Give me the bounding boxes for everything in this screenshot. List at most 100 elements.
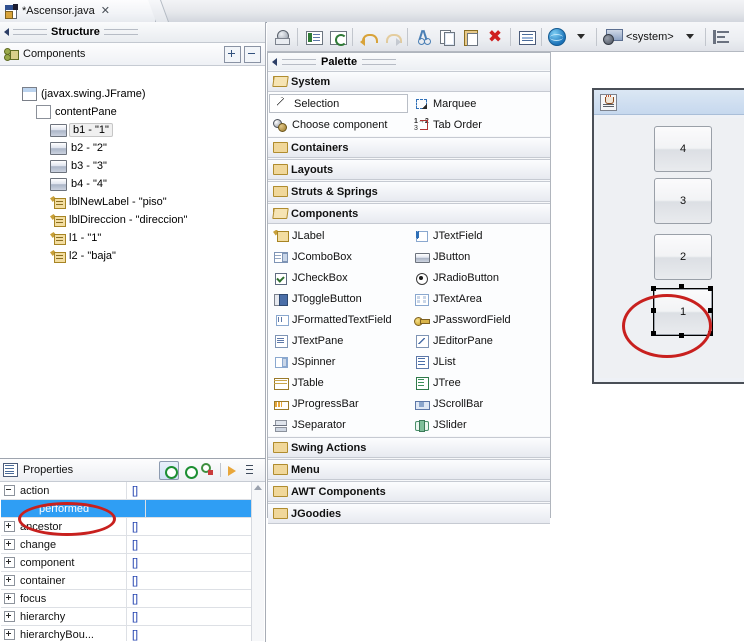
collapse-arrow-icon[interactable] (272, 57, 277, 66)
property-row[interactable]: container [] (1, 572, 264, 590)
align-left-icon[interactable] (709, 25, 733, 49)
palette-entry-jslider[interactable]: JSlider (409, 414, 550, 435)
property-value[interactable]: [] (127, 575, 264, 587)
palette-entry-jradiobutton[interactable]: JRadioButton (409, 267, 550, 288)
close-icon[interactable]: ✕ (101, 5, 110, 17)
palette-entry-jspinner[interactable]: JSpinner (268, 351, 409, 372)
property-row[interactable]: component [] (1, 554, 264, 572)
palette-entry-jpasswordfield[interactable]: JPasswordField (409, 309, 550, 330)
palette-category[interactable]: AWT Components (268, 481, 550, 502)
palette-category[interactable]: Layouts (268, 159, 550, 180)
chevron-down-icon[interactable] (678, 25, 702, 49)
palette-category[interactable]: Containers (268, 137, 550, 158)
design-button-label: 4 (679, 143, 687, 155)
refresh-dialog-icon[interactable] (325, 25, 349, 49)
palette-entry-marquee[interactable]: Marquee (409, 93, 550, 114)
annotation-ellipse (622, 294, 712, 358)
palette-entry-jseparator[interactable]: JSeparator (268, 414, 409, 435)
expand-icon[interactable] (4, 575, 15, 586)
tree-item[interactable]: contentPane (0, 103, 265, 121)
palette-entry-jscrollbar[interactable]: JScrollBar (409, 393, 550, 414)
copy-icon[interactable] (435, 25, 459, 49)
property-row[interactable]: focus [] (1, 590, 264, 608)
palette-entry-jcombobox[interactable]: JComboBox (268, 246, 409, 267)
goto-definition-icon[interactable] (180, 462, 198, 479)
expand-properties-icon[interactable] (225, 462, 243, 479)
tree-item[interactable]: b2 - "2" (0, 139, 265, 157)
palette-entry-jlabel[interactable]: JLabel (268, 225, 409, 246)
expand-icon[interactable] (4, 593, 15, 604)
palette-entry-jprogressbar[interactable]: JProgressBar (268, 393, 409, 414)
palette-entry-jcheckbox[interactable]: JCheckBox (268, 267, 409, 288)
palette-entry-jeditorpane[interactable]: JEditorPane (409, 330, 550, 351)
locale-dropdown-arrow[interactable] (569, 25, 593, 49)
palette-entry-choose-component[interactable]: Choose component (268, 114, 409, 135)
property-value[interactable]: [] (127, 593, 264, 605)
palette-entry-jlist[interactable]: JList (409, 351, 550, 372)
palette-category[interactable]: Menu (268, 459, 550, 480)
property-value[interactable]: [] (127, 521, 264, 533)
collapse-all-icon[interactable] (244, 45, 261, 63)
tree-item[interactable]: (javax.swing.JFrame) (0, 85, 265, 103)
expand-all-icon[interactable] (224, 45, 241, 63)
tree-item[interactable]: l2 - "baja" (0, 247, 265, 265)
design-button-4[interactable]: 4 (654, 126, 712, 172)
palette-entry-jtree[interactable]: JTree (409, 372, 550, 393)
property-row[interactable]: action [] (1, 482, 264, 500)
tree-item[interactable]: b4 - "4" (0, 175, 265, 193)
palette-category[interactable]: Swing Actions (268, 437, 550, 458)
test-window-icon[interactable] (270, 25, 294, 49)
properties-scrollbar[interactable] (251, 482, 264, 641)
palette-entry-jtextarea[interactable]: JTextArea (409, 288, 550, 309)
undo-icon[interactable] (356, 25, 380, 49)
design-button-3[interactable]: 3 (654, 178, 712, 224)
collapse-icon[interactable] (4, 485, 15, 496)
palette-entry-selection[interactable]: Selection (269, 94, 408, 113)
palette-category[interactable]: JGoodies (268, 503, 550, 524)
palette-entry-jtogglebutton[interactable]: JToggleButton (268, 288, 409, 309)
cut-icon[interactable] (411, 25, 435, 49)
palette-entry-jtable[interactable]: JTable (268, 372, 409, 393)
palette-category[interactable]: System (268, 71, 550, 92)
palette-entry-label: JEditorPane (433, 334, 493, 347)
expand-icon[interactable] (4, 557, 15, 568)
palette-entry-jformattedtextfield[interactable]: JFormattedTextField (268, 309, 409, 330)
property-row[interactable]: hierarchyBou... [] (1, 626, 264, 641)
property-value[interactable]: [] (127, 611, 264, 623)
tree-item[interactable]: lblNewLabel - "piso" (0, 193, 265, 211)
palette-category[interactable]: Struts & Springs (268, 181, 550, 202)
open-dialog-icon[interactable] (301, 25, 325, 49)
tree-item[interactable]: lblDireccion - "direccion" (0, 211, 265, 229)
collapse-arrow-icon[interactable] (4, 28, 9, 36)
show-events-icon[interactable] (159, 460, 179, 480)
tree-item[interactable]: b1 - "1" (0, 121, 265, 139)
palette-entry-jbutton[interactable]: JButton (409, 246, 550, 267)
expand-icon[interactable] (4, 521, 15, 532)
palette-entry-tab-order[interactable]: 1→2 3 Tab Order (409, 114, 550, 135)
property-value[interactable]: [] (127, 629, 264, 641)
expand-icon[interactable] (4, 539, 15, 550)
expand-icon[interactable] (4, 611, 15, 622)
tree-item[interactable]: l1 - "1" (0, 229, 265, 247)
palette-entry-jtextpane[interactable]: JTextPane (268, 330, 409, 351)
paste-icon[interactable] (459, 25, 483, 49)
palette-category[interactable]: Components (268, 203, 550, 224)
show-advanced-icon[interactable] (199, 462, 217, 479)
redo-icon[interactable] (380, 25, 404, 49)
property-value[interactable]: [] (127, 485, 264, 497)
locale-globe-icon[interactable] (545, 25, 569, 49)
design-button-2[interactable]: 2 (654, 234, 712, 280)
tree-item[interactable]: b3 - "3" (0, 157, 265, 175)
editor-tab-ascensor[interactable]: *Ascensor.java ✕ (0, 0, 156, 22)
property-value[interactable]: [] (127, 557, 264, 569)
property-value[interactable]: [] (127, 539, 264, 551)
component-tree[interactable]: (javax.swing.JFrame) contentPane b1 - "1" b… (0, 85, 265, 458)
expand-icon[interactable] (4, 629, 15, 640)
palette-entry-jtextfield[interactable]: JTextField (409, 225, 550, 246)
restore-defaults-icon[interactable] (244, 462, 262, 479)
property-row[interactable]: hierarchy [] (1, 608, 264, 626)
tab-order-icon[interactable] (514, 25, 538, 49)
property-row[interactable]: change [] (1, 536, 264, 554)
delete-icon[interactable]: ✖ (483, 25, 507, 49)
look-and-feel-icon[interactable] (600, 25, 624, 49)
